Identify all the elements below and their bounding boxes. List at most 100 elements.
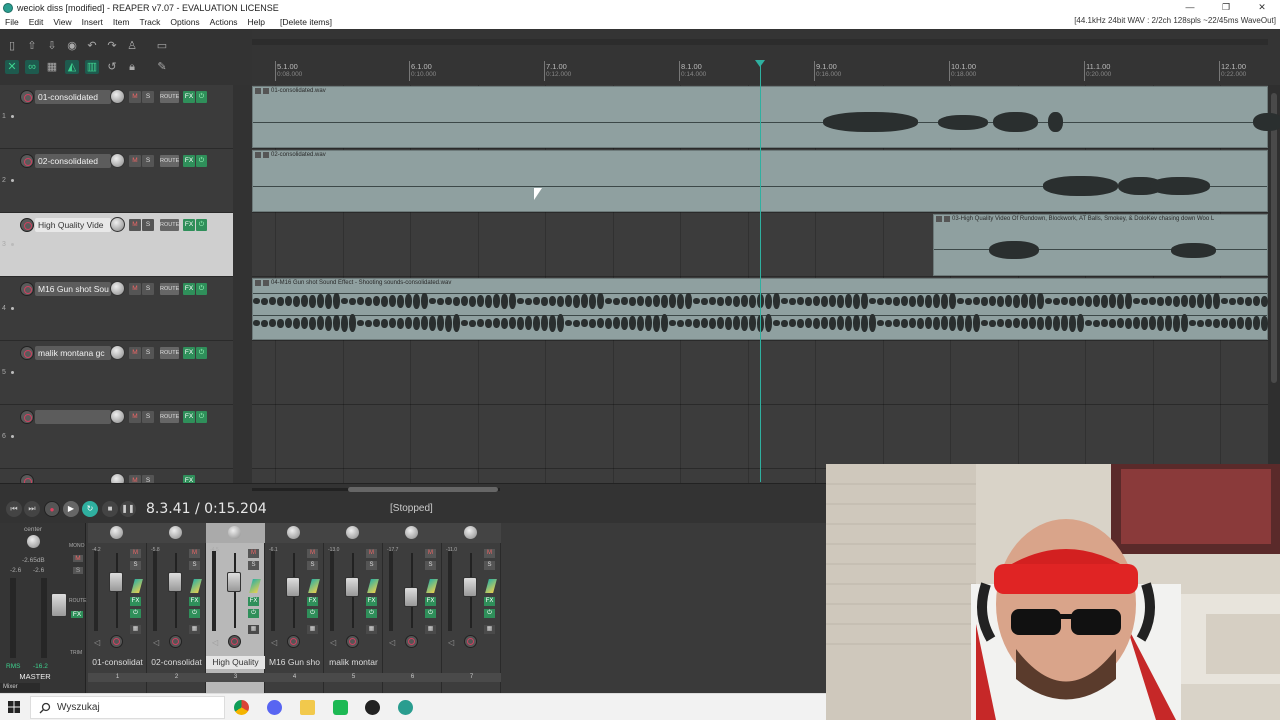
fx-button[interactable]: FX [183, 347, 195, 359]
solo-button[interactable]: S [142, 155, 154, 167]
menu-edit[interactable]: Edit [24, 17, 49, 27]
media-item-3[interactable]: 03-High Quality Video Of Rundown, Blockw… [933, 214, 1268, 276]
strip-io-icon[interactable] [367, 579, 379, 593]
new-project-icon[interactable]: ▯ [5, 39, 19, 53]
strip-name[interactable]: malik montar [324, 656, 383, 669]
timeline-ruler[interactable]: 5.1.00 0:08.000 6.1.00 0:10.000 7.1.00 0:12.0… [252, 29, 1280, 85]
strip-name[interactable] [383, 656, 442, 669]
mixer-strip-2[interactable]: -5.8 M S FX ⏻ ▦ ◁ 02-consolidat 2 [147, 523, 206, 693]
solo-button[interactable]: S [142, 347, 154, 359]
strip-fx-button[interactable]: FX [425, 597, 436, 606]
route-button[interactable]: ROUTE [160, 283, 179, 295]
play-position-readout[interactable]: 8.3.41 / 0:15.204 [146, 501, 267, 517]
strip-record-arm-button[interactable] [169, 635, 182, 648]
strip-phase-icon[interactable]: ◁ [153, 638, 159, 647]
solo-button[interactable]: S [142, 475, 154, 483]
solo-button[interactable]: S [142, 411, 154, 423]
strip-name[interactable]: 01-consolidat [88, 656, 147, 669]
master-fx-button[interactable]: FX [71, 611, 83, 618]
maximize-button[interactable]: ❐ [1208, 0, 1244, 15]
strip-env-icon[interactable]: ▦ [484, 625, 495, 634]
strip-solo-button[interactable]: S [307, 561, 318, 570]
chrome-icon[interactable] [234, 700, 249, 715]
mixer-strip-1[interactable]: -4.2 M S FX ⏻ ▦ ◁ 01-consolidat 1 [88, 523, 147, 693]
master-pan-knob[interactable] [27, 535, 40, 548]
mixer-tab[interactable]: Mixer [0, 683, 40, 692]
item-fx-icon[interactable] [944, 216, 950, 222]
mute-button[interactable]: M [129, 411, 141, 423]
master-route-button[interactable]: ROUTE [69, 598, 87, 604]
redo-icon[interactable]: ↷ [105, 39, 119, 53]
track-name-field[interactable]: 02-consolidated [35, 154, 111, 168]
strip-io-icon[interactable] [308, 579, 320, 593]
snap-icon[interactable]: ◭ [65, 60, 79, 74]
master-solo-button[interactable]: S [73, 567, 83, 574]
item-grouping-icon[interactable]: ∞ [25, 60, 39, 74]
repeat-toggle-button[interactable]: ↻ [82, 501, 98, 517]
strip-record-arm-button[interactable] [287, 635, 300, 648]
close-button[interactable]: ✕ [1244, 0, 1280, 15]
master-mono-button[interactable]: MONO [69, 543, 85, 549]
volume-knob[interactable] [110, 217, 125, 232]
item-lock-icon[interactable] [255, 152, 261, 158]
spotify-icon[interactable] [333, 700, 348, 715]
loop-points-icon[interactable]: ↺ [105, 60, 119, 74]
strip-fx-button[interactable]: FX [248, 597, 259, 606]
strip-phase-icon[interactable]: ◁ [271, 638, 277, 647]
strip-mute-button[interactable]: M [425, 549, 436, 558]
volume-knob[interactable] [110, 281, 125, 296]
item-lock-icon[interactable] [936, 216, 942, 222]
pan-knob[interactable] [464, 526, 477, 539]
strip-phase-icon[interactable]: ◁ [330, 638, 336, 647]
razor-edit-icon[interactable]: ✎ [155, 60, 169, 74]
mixer-strip-7[interactable]: -11.0 M S FX ⏻ ▦ ◁ 7 [442, 523, 501, 693]
track-header-4[interactable]: 4 M16 Gun shot Sou M S ROUTE FX ⏻ [0, 277, 252, 341]
fx-bypass-icon[interactable]: ⏻ [196, 411, 207, 423]
fx-button[interactable]: FX [183, 219, 195, 231]
strip-solo-button[interactable]: S [130, 561, 141, 570]
fx-button[interactable]: FX [183, 283, 195, 295]
track-name-field[interactable]: High Quality Vide [35, 218, 111, 232]
strip-fx-bypass-icon[interactable]: ⏻ [484, 609, 495, 618]
strip-env-icon[interactable]: ▦ [425, 625, 436, 634]
volume-fader[interactable] [463, 576, 477, 597]
play-button[interactable]: ▶ [63, 501, 79, 517]
strip-fx-button[interactable]: FX [307, 597, 318, 606]
item-fx-icon[interactable] [263, 280, 269, 286]
discord-icon[interactable] [267, 700, 282, 715]
lock-icon[interactable]: 🔒︎ [125, 60, 139, 74]
menu-actions[interactable]: Actions [205, 17, 243, 27]
minimize-button[interactable]: — [1172, 0, 1208, 15]
mixer-strip-6[interactable]: -17.7 M S FX ⏻ ▦ ◁ 6 [383, 523, 442, 693]
volume-knob[interactable] [110, 409, 125, 424]
undo-icon[interactable]: ↶ [85, 39, 99, 53]
strip-record-arm-button[interactable] [110, 635, 123, 648]
record-button[interactable]: ● [44, 501, 60, 517]
strip-mute-button[interactable]: M [484, 549, 495, 558]
strip-io-icon[interactable] [485, 579, 497, 593]
menu-options[interactable]: Options [165, 17, 204, 27]
strip-io-icon[interactable] [249, 579, 261, 593]
track-name-field[interactable]: malik montana gc [35, 346, 111, 360]
fx-button[interactable]: FX [183, 475, 195, 483]
strip-record-arm-button[interactable] [228, 635, 241, 648]
strip-fx-bypass-icon[interactable]: ⏻ [130, 609, 141, 618]
arrange-vertical-scrollbar[interactable] [1268, 85, 1280, 483]
last-action-undo[interactable]: [Delete items] [280, 17, 332, 27]
mute-button[interactable]: M [129, 475, 141, 483]
strip-solo-button[interactable]: S [484, 561, 495, 570]
track-name-field[interactable]: 01-consolidated [35, 90, 111, 104]
mixer-strip-4[interactable]: -6.1 M S FX ⏻ ▦ ◁ M16 Gun sho 4 [265, 523, 324, 693]
strip-io-icon[interactable] [426, 579, 438, 593]
pan-knob[interactable] [287, 526, 300, 539]
strip-env-icon[interactable]: ▦ [248, 625, 259, 634]
strip-phase-icon[interactable]: ◁ [94, 638, 100, 647]
strip-solo-button[interactable]: S [189, 561, 200, 570]
strip-phase-icon[interactable]: ◁ [448, 638, 454, 647]
windows-start-icon[interactable] [8, 701, 20, 713]
strip-fx-bypass-icon[interactable]: ⏻ [366, 609, 377, 618]
solo-button[interactable]: S [142, 283, 154, 295]
strip-solo-button[interactable]: S [425, 561, 436, 570]
pause-button[interactable]: ❚❚ [120, 501, 136, 517]
volume-knob[interactable] [110, 473, 125, 483]
